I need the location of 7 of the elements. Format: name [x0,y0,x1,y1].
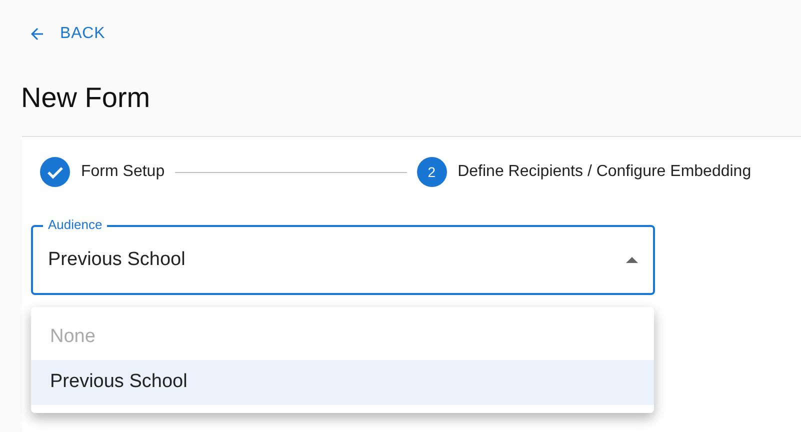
step-label: Form Setup [81,162,165,182]
menu-option[interactable]: Previous School [31,360,654,405]
page-title: New Form [21,81,150,115]
back-button[interactable]: BACK [28,22,106,46]
select-value: Previous School [48,248,186,272]
step-number: 2 [416,157,447,187]
step-label: Define Recipients / Configure Embedding [458,162,752,182]
